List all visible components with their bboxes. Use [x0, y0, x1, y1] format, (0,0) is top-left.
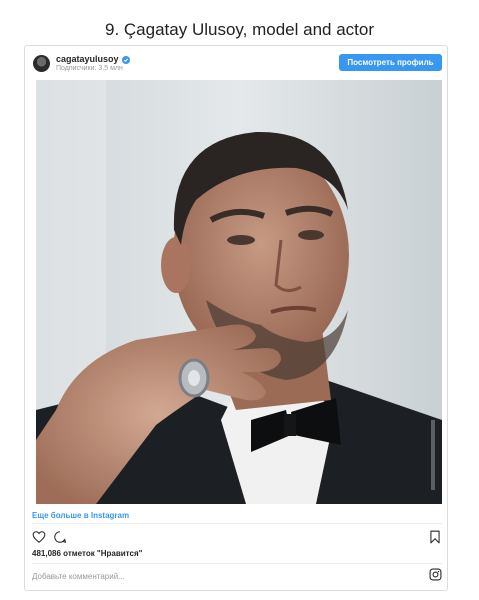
post-photo[interactable]	[36, 80, 442, 504]
instagram-logo-icon[interactable]	[429, 568, 442, 581]
post-actions	[25, 526, 447, 548]
bookmark-icon[interactable]	[428, 530, 442, 544]
more-on-instagram-link[interactable]: Еще больше в Instagram	[32, 511, 129, 520]
divider	[32, 523, 442, 524]
page-title: 9. Çagatay Ulusoy, model and actor	[105, 20, 374, 39]
likes-count[interactable]: 481,086 отметок "Нравится"	[32, 549, 142, 558]
post-header: cagatayulusoy Подписчики: 3.5 млн Посмот…	[25, 46, 447, 80]
instagram-embed-card: cagatayulusoy Подписчики: 3.5 млн Посмот…	[24, 45, 448, 591]
followers-count: Подписчики: 3.5 млн	[56, 65, 123, 72]
verified-badge-icon	[121, 55, 130, 64]
heart-icon[interactable]	[32, 530, 46, 544]
divider	[32, 563, 442, 564]
view-profile-button[interactable]: Посмотреть профиль	[339, 54, 442, 71]
comment-bubble-icon[interactable]	[53, 530, 67, 544]
add-comment-field[interactable]: Добавьте комментарий...	[32, 572, 125, 581]
username[interactable]: cagatayulusoy	[56, 54, 119, 64]
avatar[interactable]	[33, 55, 50, 72]
